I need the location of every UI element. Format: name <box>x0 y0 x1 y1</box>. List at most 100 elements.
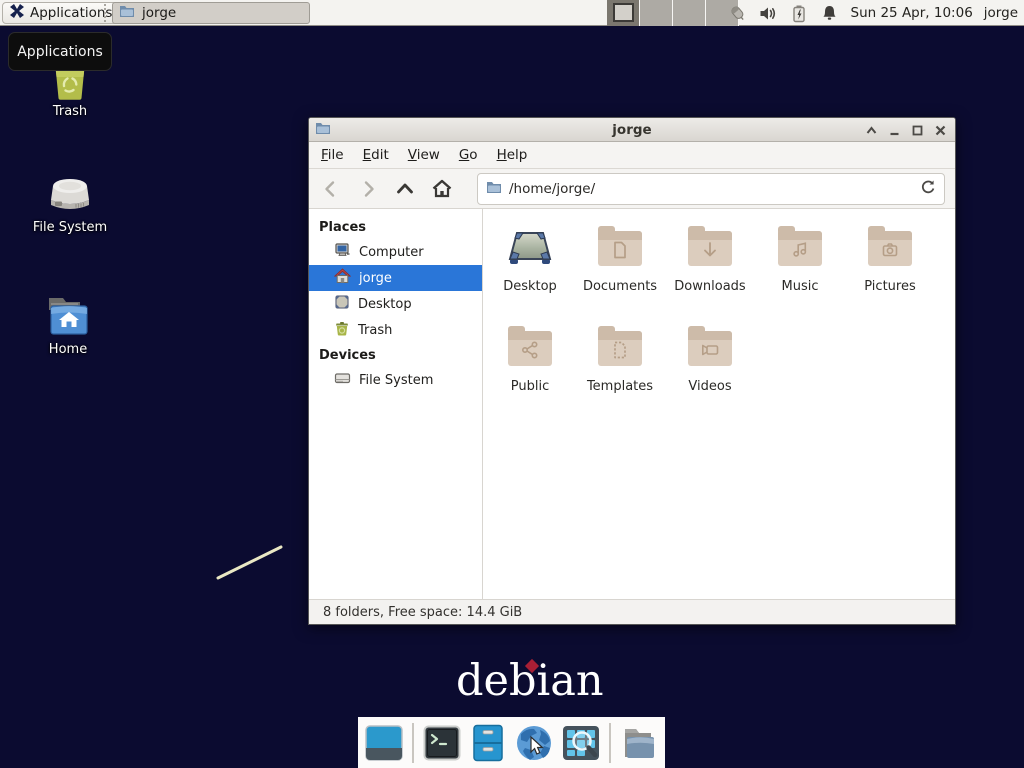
workspace-3[interactable] <box>673 0 706 26</box>
minimize-button[interactable] <box>886 122 903 139</box>
sidebar-item-trash[interactable]: Trash <box>309 317 482 343</box>
volume-icon[interactable] <box>758 3 778 23</box>
tooltip-label: Applications <box>17 44 103 60</box>
xfce-logo-icon <box>9 3 25 23</box>
workspace-window-outline <box>613 3 634 22</box>
sidebar-item-jorge[interactable]: jorge <box>309 265 482 291</box>
menu-edit[interactable]: Edit <box>363 147 389 163</box>
forward-button[interactable] <box>356 177 380 201</box>
terminal-icon[interactable] <box>423 724 461 762</box>
file-label: Templates <box>587 380 653 394</box>
app-finder-icon[interactable] <box>562 724 600 762</box>
home-place-icon <box>334 268 351 288</box>
public-folder-icon <box>508 328 552 366</box>
up-button[interactable] <box>393 177 417 201</box>
sidebar-item-label: Computer <box>359 245 424 260</box>
music-folder-icon <box>778 228 822 266</box>
file-label: Desktop <box>503 280 557 294</box>
workspace-1[interactable] <box>607 0 640 26</box>
desktop-place-icon <box>334 294 350 314</box>
panel-clock[interactable]: Sun 25 Apr, 10:06 <box>851 5 973 21</box>
dock-separator <box>412 723 414 763</box>
file-label: Downloads <box>674 280 745 294</box>
maximize-button[interactable] <box>909 122 926 139</box>
file-label: Pictures <box>864 280 915 294</box>
trash-place-icon <box>334 320 350 340</box>
battery-icon[interactable] <box>789 3 809 23</box>
sidebar-item-desktop[interactable]: Desktop <box>309 291 482 317</box>
file-grid: Desktop Documents <box>483 209 955 599</box>
documents-folder-icon <box>598 228 642 266</box>
back-button[interactable] <box>319 177 343 201</box>
close-button[interactable] <box>932 122 949 139</box>
sidebar-item-label: Desktop <box>358 297 412 312</box>
desktop-icon-label: Trash <box>22 105 118 119</box>
menu-view[interactable]: View <box>408 147 440 163</box>
file-item-public[interactable]: Public <box>490 319 570 414</box>
window-controls <box>863 118 949 142</box>
path-input[interactable]: /home/jorge/ <box>509 181 913 197</box>
desktop-icon-label: Home <box>20 343 116 357</box>
file-cabinet-icon[interactable] <box>470 724 506 762</box>
path-folder-icon <box>486 179 502 199</box>
taskbar-window-button[interactable]: jorge <box>112 2 310 24</box>
panel-tray-area: Sun 25 Apr, 10:06 jorge <box>727 0 1019 26</box>
file-item-videos[interactable]: Videos <box>670 319 750 414</box>
applications-tooltip: Applications <box>8 32 112 71</box>
path-bar[interactable]: /home/jorge/ <box>477 173 945 205</box>
home-button[interactable] <box>430 177 454 201</box>
file-label: Documents <box>583 280 657 294</box>
dock-separator <box>609 723 611 763</box>
computer-icon <box>334 242 351 262</box>
top-panel: Applications jorge <box>0 0 1024 26</box>
web-browser-icon[interactable] <box>515 724 553 762</box>
reload-icon[interactable] <box>920 179 936 199</box>
window-folder-icon <box>119 3 135 23</box>
file-item-desktop[interactable]: Desktop <box>490 219 570 314</box>
workspace-2[interactable] <box>640 0 673 26</box>
sidebar-devices-header: Devices <box>309 343 482 367</box>
toolbar: /home/jorge/ <box>309 169 955 209</box>
filesystem-desktop-icon <box>22 174 118 216</box>
debian-logo: debian <box>456 660 604 712</box>
mouse-tray-icon[interactable] <box>727 3 747 23</box>
sidebar-item-file-system[interactable]: File System <box>309 367 482 393</box>
titlebar[interactable]: jorge <box>309 118 955 142</box>
taskbar-window-label: jorge <box>142 5 176 21</box>
bottom-dock <box>358 717 665 768</box>
applications-menu-label: Applications <box>30 5 112 21</box>
desktop-icon-file-system[interactable]: File System <box>22 174 118 235</box>
bell-icon[interactable] <box>820 3 840 23</box>
sidebar-item-label: jorge <box>359 271 392 286</box>
panel-separator-handle <box>104 4 109 22</box>
file-item-pictures[interactable]: Pictures <box>850 219 930 314</box>
panel-user-label[interactable]: jorge <box>984 5 1018 21</box>
file-item-templates[interactable]: Templates <box>580 319 660 414</box>
sidebar-item-label: Trash <box>358 323 392 338</box>
downloads-folder-icon <box>688 228 732 266</box>
file-label: Videos <box>688 380 731 394</box>
shade-button[interactable] <box>863 122 880 139</box>
statusbar: 8 folders, Free space: 14.4 GiB <box>309 599 955 624</box>
sidebar: Places Computer <box>309 209 483 599</box>
menu-help[interactable]: Help <box>497 147 528 163</box>
menu-file[interactable]: File <box>321 147 344 163</box>
videos-folder-icon <box>688 328 732 366</box>
window-content: Places Computer <box>309 209 955 599</box>
file-item-downloads[interactable]: Downloads <box>670 219 750 314</box>
directory-menu-folder-icon[interactable] <box>620 724 658 762</box>
desktop-icon-home[interactable]: Home <box>20 292 116 357</box>
desktop-trapezoid-icon <box>506 223 554 271</box>
statusbar-text: 8 folders, Free space: 14.4 GiB <box>323 605 522 620</box>
file-item-music[interactable]: Music <box>760 219 840 314</box>
desktop-icon-label: File System <box>22 221 118 235</box>
window-title: jorge <box>309 122 955 138</box>
file-item-documents[interactable]: Documents <box>580 219 660 314</box>
workspace-switcher[interactable] <box>607 0 739 26</box>
drive-icon <box>334 370 351 390</box>
show-desktop-icon[interactable] <box>365 724 403 762</box>
sidebar-item-computer[interactable]: Computer <box>309 239 482 265</box>
file-label: Music <box>782 280 819 294</box>
cursor-trail-line <box>210 540 295 588</box>
menu-go[interactable]: Go <box>459 147 478 163</box>
